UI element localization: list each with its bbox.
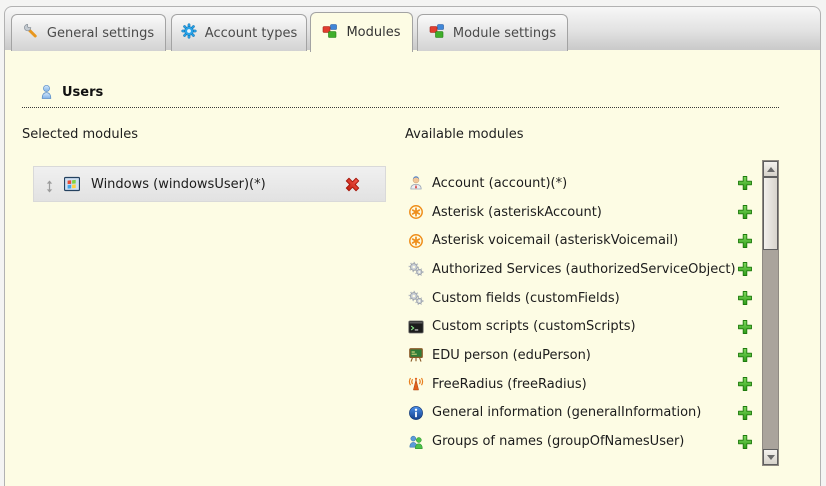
antenna-icon — [408, 376, 424, 392]
tab-label: Modules — [346, 25, 400, 40]
asterisk-icon — [408, 204, 424, 220]
add-module-button[interactable] — [737, 405, 753, 421]
scroll-down-button[interactable] — [763, 449, 778, 465]
available-module-label: Account (account)(*) — [432, 176, 567, 191]
gears-icon — [408, 290, 424, 306]
tab-modules[interactable]: Modules — [310, 12, 413, 52]
available-module-row: EDU person (eduPerson) — [408, 341, 755, 370]
add-module-button[interactable] — [737, 204, 753, 220]
delete-x-icon — [344, 181, 361, 196]
available-modules-heading: Available modules — [405, 127, 523, 142]
add-module-button[interactable] — [737, 319, 753, 335]
arrow-down-icon — [767, 455, 775, 460]
plus-icon — [737, 380, 753, 395]
plus-icon — [737, 438, 753, 453]
available-module-label: FreeRadius (freeRadius) — [432, 377, 587, 392]
plus-icon — [737, 351, 753, 366]
add-module-button[interactable] — [737, 290, 753, 306]
tab-module-settings[interactable]: Module settings — [417, 14, 568, 51]
wrench-icon — [23, 23, 39, 43]
selected-modules-heading: Selected modules — [22, 127, 138, 142]
lam-configuration-page: General settings Account types — [0, 0, 826, 486]
available-module-row: Authorized Services (authorizedServiceOb… — [408, 255, 755, 284]
users-section-header: Users — [22, 84, 779, 108]
plus-icon — [737, 208, 753, 223]
person-icon — [408, 175, 424, 191]
available-modules-list: Account (account)(*) Asterisk (asteriskA… — [408, 169, 755, 456]
add-module-button[interactable] — [737, 233, 753, 249]
group-icon — [408, 434, 424, 450]
available-module-row: Custom scripts (customScripts) — [408, 312, 755, 341]
tab-account-types[interactable]: Account types — [171, 14, 307, 51]
chalkboard-icon — [408, 347, 424, 363]
available-module-label: Custom scripts (customScripts) — [432, 319, 636, 334]
available-module-row: Custom fields (customFields) — [408, 284, 755, 313]
info-icon — [408, 405, 424, 421]
available-module-label: Asterisk voicemail (asteriskVoicemail) — [432, 233, 678, 248]
add-module-button[interactable] — [737, 376, 753, 392]
available-module-row: General information (generalInformation) — [408, 399, 755, 428]
available-list-scrollbar[interactable] — [762, 160, 779, 466]
gear-icon — [181, 23, 197, 43]
plus-icon — [737, 409, 753, 424]
add-module-button[interactable] — [737, 434, 753, 450]
gears-icon — [408, 261, 424, 277]
available-module-row: Groups of names (groupOfNamesUser) — [408, 427, 755, 456]
available-module-row: FreeRadius (freeRadius) — [408, 370, 755, 399]
selected-module-row[interactable]: Windows (windowsUser)(*) — [33, 166, 386, 202]
plus-icon — [737, 179, 753, 194]
available-module-row: Asterisk (asteriskAccount) — [408, 198, 755, 227]
tab-general-settings[interactable]: General settings — [11, 14, 166, 51]
available-module-row: Account (account)(*) — [408, 169, 755, 198]
arrow-up-icon — [767, 167, 775, 172]
tab-label: Module settings — [453, 26, 556, 41]
available-module-row: Asterisk voicemail (asteriskVoicemail) — [408, 226, 755, 255]
available-module-label: Groups of names (groupOfNamesUser) — [432, 434, 684, 449]
available-module-label: Authorized Services (authorizedServiceOb… — [432, 262, 736, 277]
available-module-label: Asterisk (asteriskAccount) — [432, 205, 602, 220]
plus-icon — [737, 237, 753, 252]
available-module-label: Custom fields (customFields) — [432, 291, 620, 306]
drag-handle-icon[interactable] — [44, 178, 55, 191]
scroll-up-button[interactable] — [763, 161, 778, 177]
user-icon — [39, 84, 54, 100]
add-module-button[interactable] — [737, 261, 753, 277]
add-module-button[interactable] — [737, 175, 753, 191]
selected-module-label: Windows (windowsUser)(*) — [91, 177, 266, 192]
tab-label: General settings — [47, 26, 154, 41]
plus-icon — [737, 294, 753, 309]
modules-icon — [322, 23, 338, 43]
modules-icon — [429, 23, 445, 43]
plus-icon — [737, 323, 753, 338]
tab-label: Account types — [205, 26, 297, 41]
terminal-icon — [408, 319, 424, 335]
add-module-button[interactable] — [737, 347, 753, 363]
available-module-label: EDU person (eduPerson) — [432, 348, 591, 363]
available-module-label: General information (generalInformation) — [432, 405, 701, 420]
scrollbar-thumb[interactable] — [763, 177, 778, 250]
plus-icon — [737, 265, 753, 280]
section-title: Users — [62, 85, 103, 100]
windows-icon — [64, 176, 80, 192]
asterisk-icon — [408, 233, 424, 249]
remove-module-button[interactable] — [344, 176, 361, 193]
